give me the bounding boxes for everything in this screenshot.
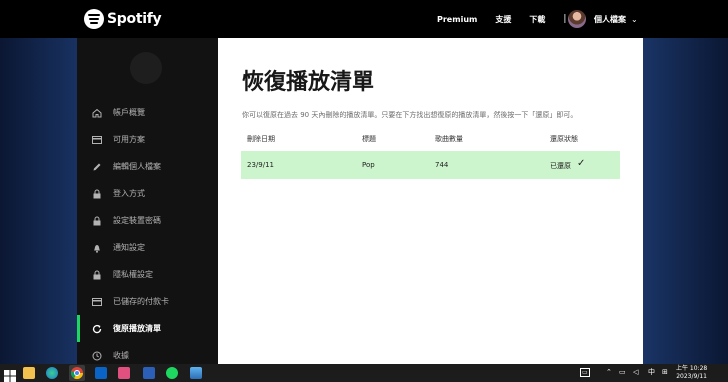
sidebar-item-label: 通知設定 [113, 243, 145, 252]
lock-icon [91, 215, 103, 227]
sidebar-item-label: 編輯個人檔案 [113, 162, 161, 171]
sidebar-item-label: 已儲存的付款卡 [113, 297, 169, 306]
column-header-restore-status: 還原狀態 [550, 135, 578, 143]
word-icon[interactable] [143, 367, 155, 379]
nav-separator: | [563, 14, 567, 24]
network-icon[interactable]: ▭ [619, 368, 626, 376]
spotify-logo[interactable]: Spotify [84, 9, 162, 29]
sidebar-item-edit-profile[interactable]: 編輯個人檔案 [77, 153, 218, 180]
card-icon [91, 296, 103, 308]
profile-menu[interactable]: 個人檔案 ⌄ [568, 10, 638, 28]
main-content: 恢復播放清單 你可以復原在過去 90 天內刪除的播放清單。只要在下方找出想復原的… [218, 38, 643, 364]
checkmark-icon: ✓ [577, 158, 586, 169]
sidebar-item-privacy[interactable]: 隱私權設定 [77, 261, 218, 288]
clock-date: 2023/9/11 [676, 373, 707, 380]
sidebar-item-notifications[interactable]: 通知設定 [77, 234, 218, 261]
home-icon [91, 107, 103, 119]
row-song-count: 744 [435, 161, 449, 169]
top-navigation: Spotify Premium 支援 下載 | 個人檔案 ⌄ [0, 0, 728, 38]
sidebar-item-account-overview[interactable]: 帳戶概覽 [77, 99, 218, 126]
clock-time: 上午 10:28 [676, 365, 708, 372]
brand-name: Spotify [107, 11, 162, 27]
restore-icon [91, 323, 103, 335]
chevron-down-icon: ⌄ [631, 14, 638, 24]
profile-label: 個人檔案 [594, 14, 626, 24]
app-icon[interactable] [118, 367, 130, 379]
taskbar-clock[interactable]: 上午 10:28 2023/9/11 [676, 365, 707, 381]
sidebar-item-login-methods[interactable]: 登入方式 [77, 180, 218, 207]
sidebar-item-saved-cards[interactable]: 已儲存的付款卡 [77, 288, 218, 315]
sidebar-item-device-password[interactable]: 設定裝置密碼 [77, 207, 218, 234]
sidebar-item-label: 帳戶概覽 [113, 108, 145, 117]
edge-browser-icon[interactable] [46, 367, 58, 379]
sidebar-item-label: 收據 [113, 351, 129, 360]
nav-link-support[interactable]: 支援 [495, 14, 511, 25]
row-deleted-date: 23/9/11 [247, 161, 274, 169]
column-header-deleted-date: 刪除日期 [247, 135, 275, 143]
spotify-icon [84, 9, 104, 29]
table-row: 23/9/11 Pop 744 已還原 ✓ [241, 151, 620, 179]
lock-icon [91, 269, 103, 281]
nav-link-premium[interactable]: Premium [437, 15, 477, 24]
page-title: 恢復播放清單 [242, 70, 375, 95]
sidebar-item-label: 設定裝置密碼 [113, 216, 161, 225]
sidebar-item-label: 登入方式 [113, 189, 145, 198]
ime-mode-icon[interactable]: ⊞ [662, 368, 668, 376]
table-header: 刪除日期 標題 歌曲數量 還原狀態 [241, 134, 620, 148]
clock-icon [91, 350, 103, 362]
sidebar-item-available-plans[interactable]: 可用方案 [77, 126, 218, 153]
avatar [568, 10, 586, 28]
tray-overflow-icon[interactable]: ⌃ [606, 368, 612, 376]
volume-icon[interactable]: ◁ [633, 368, 638, 376]
photos-icon[interactable] [190, 367, 202, 379]
column-header-song-count: 歌曲數量 [435, 135, 463, 143]
sidebar-item-label: 隱私權設定 [113, 270, 153, 279]
windows-start-icon[interactable] [4, 367, 16, 382]
card-icon [91, 134, 103, 146]
account-sidebar: 帳戶概覽 可用方案 編輯個人檔案 登入方式 設定裝置密碼 通知設定 隱私權設定 … [77, 38, 218, 364]
file-explorer-icon[interactable] [23, 367, 35, 379]
column-header-title: 標題 [362, 135, 376, 143]
sidebar-item-recover-playlists[interactable]: 復原播放清單 [77, 315, 218, 342]
row-restore-status: 已還原 [550, 162, 571, 170]
taskbar: ▭ ⌃ ▭ ◁ 中 ⊞ 上午 10:28 2023/9/11 [0, 364, 728, 382]
lock-icon [91, 188, 103, 200]
pen-icon [91, 161, 103, 173]
outlook-icon[interactable] [95, 367, 107, 379]
keyboard-tray-icon[interactable]: ▭ [580, 368, 590, 377]
sidebar-avatar [130, 52, 162, 84]
chrome-taskbar-slot[interactable] [69, 365, 85, 381]
sidebar-item-label: 復原播放清單 [113, 324, 161, 333]
nav-link-download[interactable]: 下載 [529, 14, 545, 25]
spotify-taskbar-icon[interactable] [166, 367, 178, 379]
nav-links: Premium 支援 下載 | [437, 0, 578, 38]
bell-icon [91, 242, 103, 254]
page-description: 你可以復原在過去 90 天內刪除的播放清單。只要在下方找出想復原的播放清單，然後… [242, 111, 578, 119]
ime-indicator[interactable]: 中 [648, 367, 655, 377]
sidebar-item-label: 可用方案 [113, 135, 145, 144]
row-title: Pop [362, 161, 375, 169]
